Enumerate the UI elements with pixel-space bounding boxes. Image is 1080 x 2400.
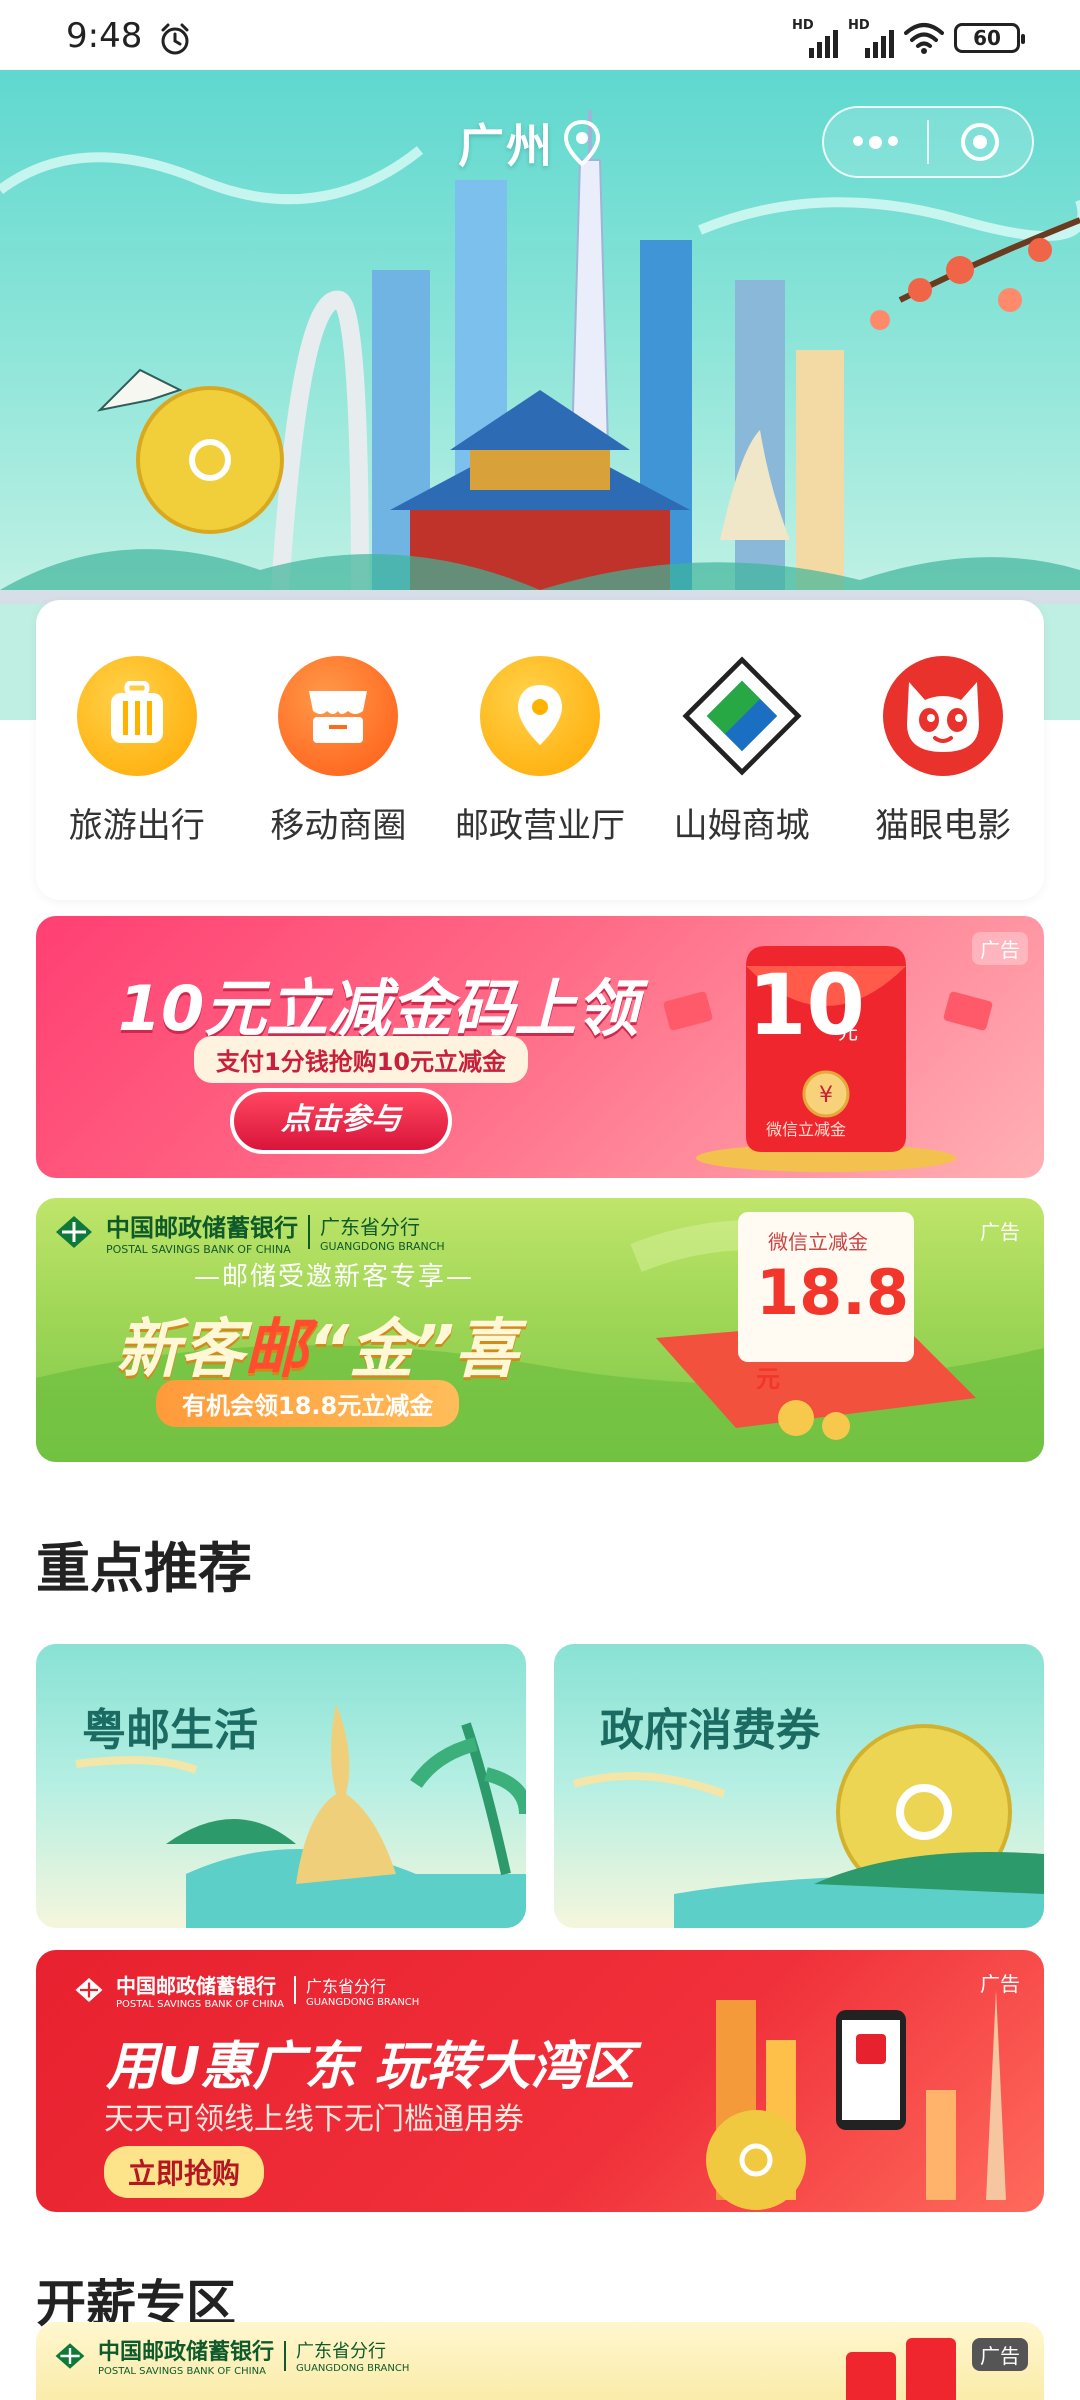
ad-badge: 广告 [972, 932, 1028, 965]
svg-text:¥: ¥ [819, 1083, 833, 1108]
card-label: 政府消费券 [600, 1705, 820, 1756]
service-travel[interactable]: 旅游出行 [42, 656, 232, 900]
wifi-icon [904, 23, 944, 54]
shop-icon [278, 656, 399, 776]
quick-services-card: 旅游出行 移动商圈 邮政营业厅 山姆商城 猫眼电影 [36, 600, 1044, 900]
service-postal-hall[interactable]: 邮政营业厅 [445, 656, 635, 900]
city-selector[interactable]: 广州 [458, 110, 602, 176]
ad-badge: 广告 [980, 1972, 1020, 1996]
service-maoyan-movie[interactable]: 猫眼电影 [848, 656, 1038, 900]
participate-button[interactable]: 点击参与 [230, 1088, 452, 1154]
postal-bank-logo: 中国邮政储蓄银行 POSTAL SAVINGS BANK OF CHINA 广东… [72, 1970, 419, 2010]
salary-ad-banner[interactable]: 中国邮政储蓄银行 POSTAL SAVINGS BANK OF CHINA 广东… [36, 2322, 1044, 2400]
battery-indicator: 60 [954, 23, 1025, 53]
diamond-logo-icon [682, 656, 802, 776]
golden-sphere-illustration [572, 1724, 1044, 1928]
red-envelope-illustration [846, 2338, 956, 2400]
newcustomer-subtitle: 有机会领18.8元立减金 [156, 1380, 460, 1427]
card-yueyou-life[interactable]: 粤邮生活 [36, 1644, 526, 1928]
coupon-subtitle: 支付1分钱抢购10元立减金 [194, 1036, 529, 1083]
card-government-voucher[interactable]: 政府消费券 [554, 1644, 1044, 1928]
newcustomer-tagline: —邮储受邀新客专享— [194, 1262, 475, 1292]
section-title-recommend: 重点推荐 [36, 1537, 252, 1600]
location-pin-icon [563, 119, 601, 167]
envelope-unit: 元 [838, 1020, 858, 1044]
ad-badge: 广告 [972, 2338, 1028, 2371]
uhui-title: 用U惠广东 玩转大湾区 [106, 2037, 635, 2097]
buy-now-button[interactable]: 立即抢购 [104, 2146, 265, 2198]
postal-bank-emblem-icon [56, 1216, 92, 1248]
status-time: 9:48 [66, 16, 143, 56]
card-label: 粤邮生活 [82, 1705, 258, 1756]
postal-bank-emblem-icon [75, 1978, 103, 2002]
envelope-caption: 微信立减金 [766, 1120, 847, 1139]
miniprogram-capsule [822, 106, 1034, 178]
cat-face-icon [883, 656, 1004, 776]
postal-bank-emblem-icon [55, 2342, 85, 2369]
postal-bank-logo: 中国邮政储蓄银行 POSTAL SAVINGS BANK OF CHINA 广东… [52, 2334, 409, 2377]
city-name: 广州 [458, 119, 554, 173]
city-phone-illustration [706, 1990, 1006, 2210]
postal-bank-logo: 中国邮政储蓄银行 POSTAL SAVINGS BANK OF CHINA 广东… [52, 1208, 445, 1256]
new-customer-ad-banner[interactable]: 中国邮政储蓄银行 POSTAL SAVINGS BANK OF CHINA 广东… [36, 1198, 1044, 1462]
close-button[interactable] [929, 108, 1032, 176]
suitcase-icon [76, 656, 197, 776]
more-dots-icon [853, 135, 898, 149]
uhui-guangdong-ad-banner[interactable]: 中国邮政储蓄银行 POSTAL SAVINGS BANK OF CHINA 广东… [36, 1950, 1044, 2212]
signal-strength-icon: HD [792, 18, 838, 58]
more-button[interactable] [824, 108, 927, 176]
alarm-clock-icon [161, 23, 189, 55]
uhui-subtitle: 天天可领线上线下无门槛通用券 [104, 2102, 524, 2137]
newcustomer-title: 新客邮“金”喜 [116, 1313, 519, 1387]
coupon-title: 10元立减金码上领 [118, 972, 639, 1045]
target-close-icon [961, 123, 1000, 161]
status-bar: 9:48 HD HD 60 [0, 0, 1080, 70]
coupon-ad-banner[interactable]: ¥ 10 元 微信立减金 10元立减金码上领 支付1分钱抢购10元立减金 点击参… [36, 916, 1044, 1178]
ad-badge: 广告 [980, 1220, 1020, 1244]
wechat-coupon-card: 微信立减金 18.8元 [738, 1212, 914, 1393]
goat-statue-illustration [75, 1704, 526, 1928]
service-mobile-mall[interactable]: 移动商圈 [243, 656, 433, 900]
signal-strength-icon-2: HD [848, 18, 894, 58]
location-pin-icon [479, 656, 600, 776]
service-sams-club[interactable]: 山姆商城 [647, 656, 837, 900]
